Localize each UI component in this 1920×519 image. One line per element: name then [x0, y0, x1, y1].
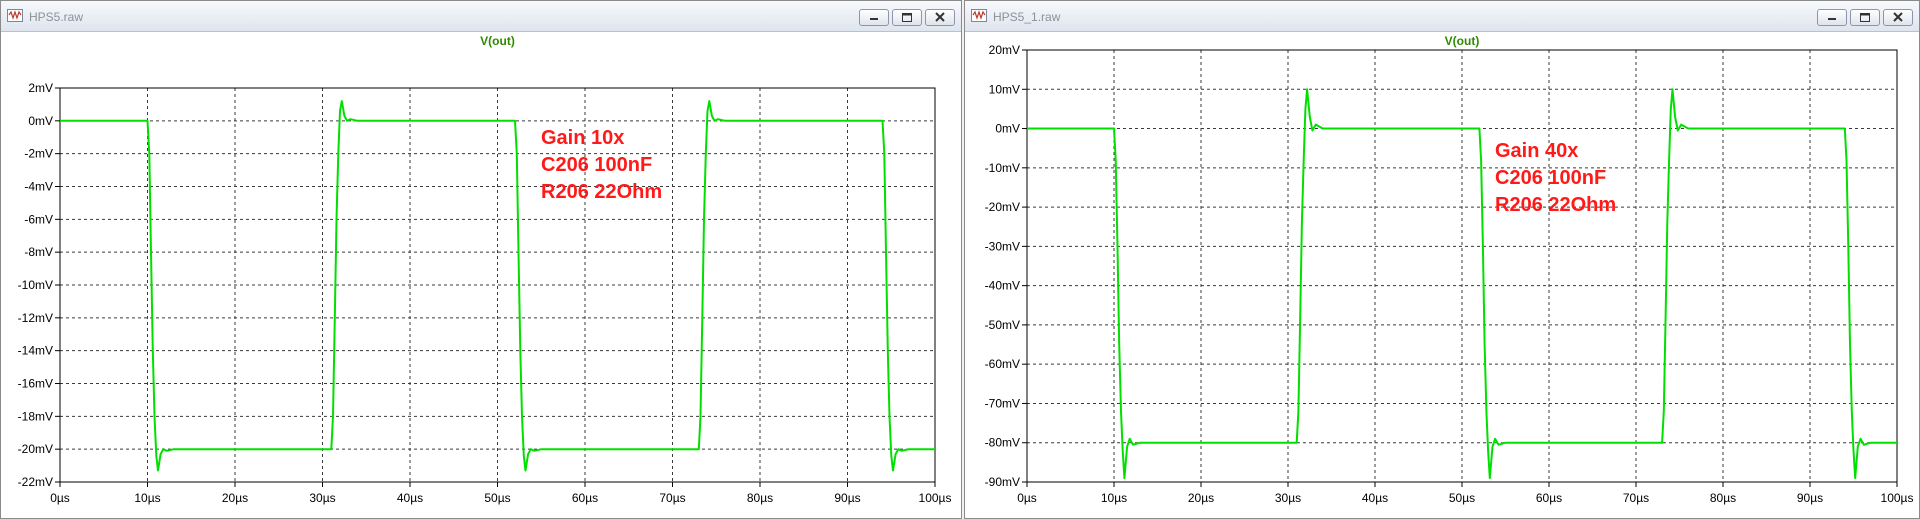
waveform-chart[interactable]: 0µs 10µs 20µs 30µs 40µs 50µs 60µs 70µs 80µs 90µs 1… — [1, 32, 961, 518]
x-tick-label: 100µs — [919, 491, 952, 505]
x-tick-label: 20µs — [222, 491, 248, 505]
x-tick-label: 20µs — [1188, 491, 1214, 505]
annotation-text: C206 100nF — [541, 154, 652, 176]
trace-title[interactable]: V(out) — [1445, 34, 1480, 48]
y-tick-label: -90mV — [985, 475, 1020, 489]
y-tick-label: 20mV — [989, 43, 1020, 57]
x-tick-label: 10µs — [134, 491, 160, 505]
x-tick-label: 60µs — [1536, 491, 1562, 505]
maximize-icon — [902, 13, 912, 22]
trace-title[interactable]: V(out) — [480, 34, 515, 48]
annotation-text: R206 22Ohm — [1495, 194, 1616, 216]
y-tick-label: 10mV — [989, 82, 1020, 96]
title-bar[interactable]: HPS5_1.raw — [965, 1, 1919, 32]
y-tick-label: -80mV — [985, 436, 1020, 450]
y-tick-label: -30mV — [985, 239, 1020, 253]
annotation-text: C206 100nF — [1495, 167, 1606, 189]
x-tick-label: 40µs — [1362, 491, 1388, 505]
annotation-text: R206 22Ohm — [541, 181, 662, 203]
x-tick-label: 0µs — [50, 491, 70, 505]
title-bar[interactable]: HPS5.raw — [1, 1, 961, 32]
plot-area[interactable]: 0µs 10µs 20µs 30µs 40µs 50µs 60µs 70µs 80µs 90µs 1… — [965, 32, 1919, 518]
y-tick-label: -20mV — [18, 442, 53, 456]
y-tick-label: -22mV — [18, 475, 53, 489]
plot-window-hps5[interactable]: HPS5.raw 0µs 10µs 20µs 30µs 40µs 50µs 60µs 70µs… — [0, 0, 962, 519]
close-button[interactable] — [1883, 9, 1913, 26]
x-tick-label: 90µs — [1797, 491, 1823, 505]
x-tick-label: 0µs — [1017, 491, 1037, 505]
minimize-icon — [870, 18, 878, 20]
close-button[interactable] — [925, 9, 955, 26]
x-tick-label: 90µs — [834, 491, 860, 505]
y-tick-label: -16mV — [18, 377, 53, 391]
y-tick-label: -4mV — [24, 180, 53, 194]
y-tick-label: -2mV — [24, 147, 53, 161]
y-tick-label: 0mV — [995, 122, 1020, 136]
y-tick-label: 2mV — [28, 81, 53, 95]
grid — [55, 87, 936, 487]
x-tick-label: 40µs — [397, 491, 423, 505]
waveform-chart[interactable]: 0µs 10µs 20µs 30µs 40µs 50µs 60µs 70µs 80µs 90µs 1… — [965, 32, 1919, 518]
y-tick-label: -40mV — [985, 279, 1020, 293]
x-tick-label: 80µs — [747, 491, 773, 505]
annotation-text: Gain 40x — [1495, 140, 1578, 162]
x-tick-label: 50µs — [484, 491, 510, 505]
x-tick-label: 70µs — [1623, 491, 1649, 505]
y-tick-label: -10mV — [18, 278, 53, 292]
minimize-icon — [1828, 18, 1836, 20]
y-tick-label: -60mV — [985, 357, 1020, 371]
x-tick-label: 30µs — [309, 491, 335, 505]
minimize-button[interactable] — [1817, 9, 1847, 26]
close-icon — [935, 12, 945, 22]
annotation-text: Gain 10x — [541, 127, 624, 149]
waveform-icon — [971, 9, 987, 22]
close-icon — [1893, 12, 1903, 22]
minimize-button[interactable] — [859, 9, 889, 26]
x-tick-label: 30µs — [1275, 491, 1301, 505]
y-tick-label: -20mV — [985, 200, 1020, 214]
y-tick-label: -10mV — [985, 161, 1020, 175]
maximize-button[interactable] — [1850, 9, 1880, 26]
maximize-button[interactable] — [892, 9, 922, 26]
grid — [1022, 49, 1898, 487]
y-tick-label: -12mV — [18, 311, 53, 325]
y-tick-label: -8mV — [24, 245, 53, 259]
window-title: HPS5_1.raw — [993, 10, 1061, 24]
maximize-icon — [1860, 13, 1870, 22]
y-tick-label: -50mV — [985, 318, 1020, 332]
plot-window-hps5-1[interactable]: HPS5_1.raw 0µs 10µs 20µs 30µs 40µs 50µs 60µs 70… — [964, 0, 1920, 519]
x-tick-label: 100µs — [1881, 491, 1914, 505]
window-title: HPS5.raw — [29, 10, 84, 24]
y-tick-label: -18mV — [18, 409, 53, 423]
plot-frame — [59, 87, 936, 483]
x-tick-label: 10µs — [1101, 491, 1127, 505]
plot-area[interactable]: 0µs 10µs 20µs 30µs 40µs 50µs 60µs 70µs 80µs 90µs 1… — [1, 32, 961, 518]
x-tick-label: 80µs — [1710, 491, 1736, 505]
x-tick-label: 70µs — [659, 491, 685, 505]
x-tick-label: 50µs — [1449, 491, 1475, 505]
waveform-icon — [7, 9, 23, 22]
y-tick-label: -70mV — [985, 396, 1020, 410]
y-tick-label: -14mV — [18, 344, 53, 358]
y-tick-label: 0mV — [28, 114, 53, 128]
x-tick-label: 60µs — [572, 491, 598, 505]
y-tick-label: -6mV — [24, 212, 53, 226]
